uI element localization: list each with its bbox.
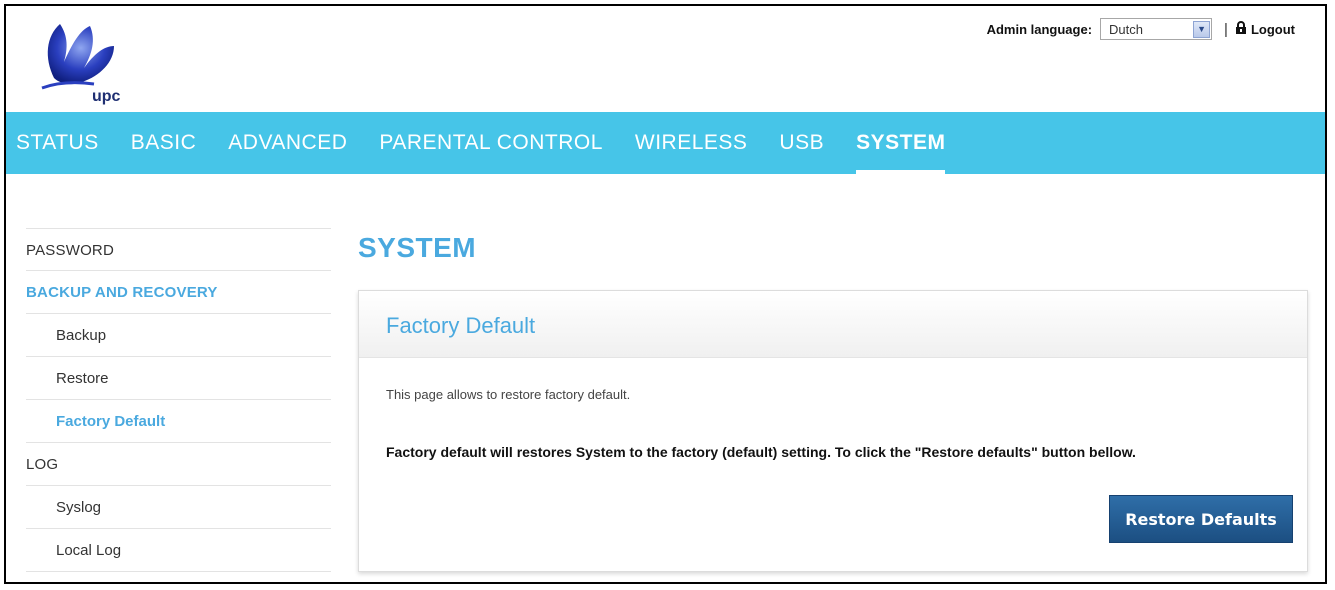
nav-system[interactable]: SYSTEM (856, 112, 946, 174)
panel-note: Factory default will restores System to … (386, 444, 1136, 460)
panel-title: Factory Default (386, 313, 536, 338)
header-tools: Admin language: Dutch ▼ | Logout (987, 18, 1295, 40)
sidebar-item-password[interactable]: PASSWORD (26, 228, 331, 271)
sidebar-item-syslog[interactable]: Syslog (26, 486, 331, 529)
logout-link[interactable]: Logout (1235, 21, 1295, 37)
panel-header: Factory Default (359, 291, 1307, 358)
header: upc Admin language: Dutch ▼ | Logout (6, 6, 1325, 112)
upc-logo-icon (41, 24, 114, 90)
sidebar-item-restore[interactable]: Restore (26, 357, 331, 400)
sidebar-item-backup-and-recovery[interactable]: BACKUP AND RECOVERY (26, 271, 331, 314)
admin-language-label: Admin language: (986, 21, 1093, 37)
sidebar: PASSWORD BACKUP AND RECOVERY Backup Rest… (26, 228, 331, 572)
nav-parental-control[interactable]: PARENTAL CONTROL (379, 112, 602, 174)
admin-language-select[interactable]: Dutch ▼ (1100, 18, 1213, 40)
nav-basic[interactable]: BASIC (131, 112, 197, 174)
header-separator: | (1224, 20, 1228, 38)
logo-text: upc (92, 88, 121, 105)
upc-logo[interactable]: upc (34, 18, 144, 105)
nav-usb[interactable]: USB (779, 112, 824, 174)
nav-advanced[interactable]: ADVANCED (228, 112, 347, 174)
lock-icon (1235, 21, 1246, 37)
nav-status[interactable]: STATUS (16, 112, 99, 174)
page-frame: upc Admin language: Dutch ▼ | Logout STA… (4, 4, 1327, 584)
panel-description: This page allows to restore factory defa… (386, 387, 631, 402)
sidebar-item-backup[interactable]: Backup (26, 314, 331, 357)
restore-defaults-button[interactable]: Restore Defaults (1109, 495, 1293, 543)
sidebar-item-log[interactable]: LOG (26, 443, 331, 486)
language-selected-value: Dutch (1109, 21, 1144, 37)
main-nav: STATUS BASIC ADVANCED PARENTAL CONTROL W… (6, 112, 1325, 174)
nav-wireless[interactable]: WIRELESS (635, 112, 748, 174)
logout-label: Logout (1250, 21, 1295, 37)
chevron-down-icon[interactable]: ▼ (1193, 20, 1211, 38)
sidebar-item-factory-default[interactable]: Factory Default (26, 400, 331, 443)
factory-default-panel: Factory Default This page allows to rest… (358, 290, 1308, 572)
page-title: SYSTEM (358, 232, 477, 263)
sidebar-item-local-log[interactable]: Local Log (26, 529, 331, 572)
